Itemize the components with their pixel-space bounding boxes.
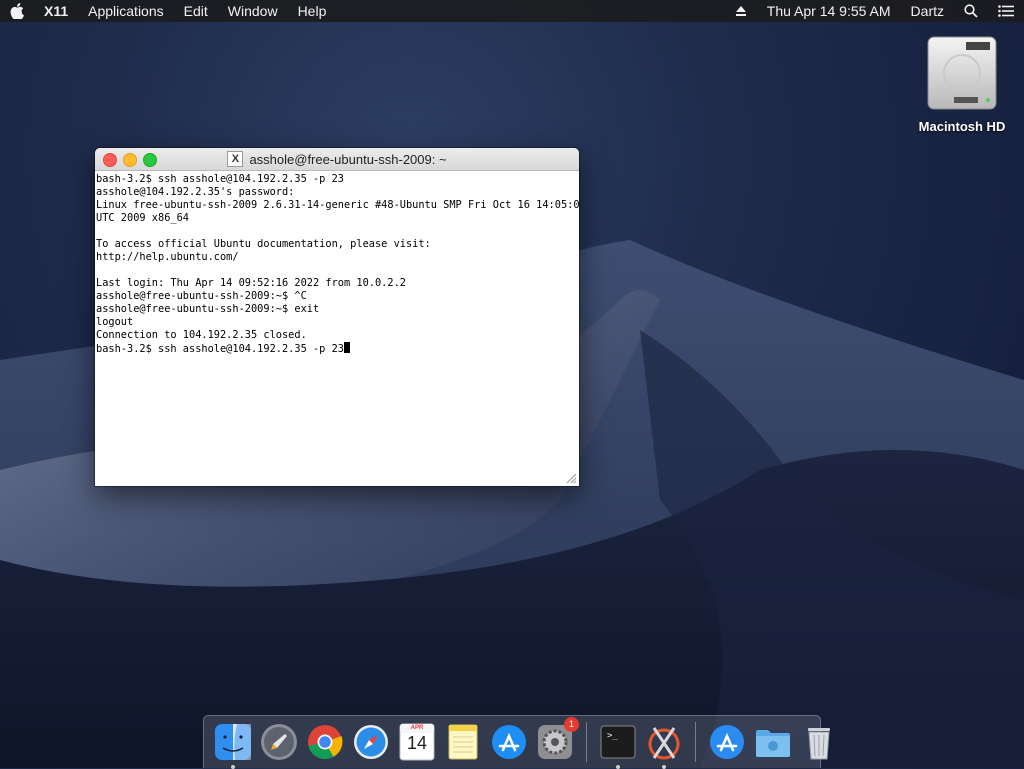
- terminal-line: asshole@free-ubuntu-ssh-2009:~$ ^C: [96, 290, 307, 302]
- dock-separator: [586, 722, 587, 762]
- folder-icon: [756, 730, 790, 757]
- xquartz-icon: [648, 727, 680, 760]
- terminal-output[interactable]: bash-3.2$ ssh asshole@104.192.2.35 -p 23…: [95, 171, 579, 358]
- spotlight-menu[interactable]: [954, 4, 988, 18]
- eject-icon: [735, 6, 746, 16]
- window-title: asshole@free-ubuntu-ssh-2009: ~: [249, 151, 447, 167]
- list-icon: [998, 5, 1014, 17]
- zoom-button[interactable]: [143, 153, 157, 167]
- close-button[interactable]: [103, 153, 117, 167]
- running-indicator: [662, 765, 666, 769]
- menu-edit[interactable]: Edit: [174, 0, 218, 22]
- dock-safari[interactable]: [351, 722, 391, 762]
- menu-user[interactable]: Dartz: [901, 0, 954, 22]
- xterm-window[interactable]: X asshole@free-ubuntu-ssh-2009: ~ bash-3…: [95, 148, 579, 486]
- dock-chrome[interactable]: [305, 722, 345, 762]
- x11-icon: X: [227, 151, 244, 167]
- search-icon: [964, 4, 978, 18]
- applications-folder-icon: [710, 725, 744, 759]
- terminal-icon-prompt: >_: [607, 731, 618, 741]
- dock-x11[interactable]: [644, 722, 684, 769]
- terminal-line: Last login: Thu Apr 14 09:52:16 2022 fro…: [96, 277, 406, 289]
- terminal-line: asshole@free-ubuntu-ssh-2009:~$ exit: [96, 303, 320, 315]
- app-menu-x11[interactable]: X11: [34, 0, 78, 22]
- terminal-line: logout: [96, 316, 134, 328]
- window-titlebar[interactable]: X asshole@free-ubuntu-ssh-2009: ~: [95, 148, 579, 171]
- dock-terminal[interactable]: >_: [598, 722, 638, 769]
- dock-downloads-folder[interactable]: [753, 722, 793, 762]
- terminal-prompt-line[interactable]: bash-3.2$ ssh asshole@104.192.2.35 -p 23: [96, 342, 578, 356]
- resize-grip-icon[interactable]: [565, 472, 577, 484]
- hard-drive-icon: [927, 36, 997, 110]
- app-store-icon: [492, 725, 526, 759]
- dock-finder[interactable]: [213, 722, 253, 769]
- calendar-month: APR: [410, 725, 424, 731]
- terminal-line: Connection to 104.192.2.35 closed.: [96, 329, 307, 341]
- menu-bar: X11 Applications Edit Window Help Thu Ap…: [0, 0, 1024, 22]
- terminal-line: UTC 2009 x86_64: [96, 212, 189, 224]
- eject-menu[interactable]: [725, 5, 757, 17]
- drive-label: Macintosh HD: [918, 119, 1006, 134]
- dock-calendar[interactable]: APR 14: [397, 722, 437, 762]
- apple-menu[interactable]: [0, 3, 34, 19]
- menu-window[interactable]: Window: [218, 0, 288, 22]
- macintosh-hd-desktop-icon[interactable]: Macintosh HD: [912, 33, 1012, 134]
- dock-notes[interactable]: [443, 722, 483, 762]
- notification-center-menu[interactable]: [988, 5, 1024, 17]
- window-title-group: X asshole@free-ubuntu-ssh-2009: ~: [227, 151, 447, 167]
- dock: APR 14 1 >_: [203, 715, 830, 769]
- menu-applications[interactable]: Applications: [78, 0, 174, 22]
- apple-icon: [10, 3, 24, 19]
- terminal-current-command: bash-3.2$ ssh asshole@104.192.2.35 -p 23: [96, 343, 344, 355]
- terminal-line: bash-3.2$ ssh asshole@104.192.2.35 -p 23: [96, 173, 344, 185]
- dock-launchpad[interactable]: [259, 722, 299, 762]
- finder-icon: [215, 724, 251, 760]
- dock-system-preferences[interactable]: 1: [535, 717, 579, 762]
- trash-icon: [808, 728, 830, 760]
- minimize-button[interactable]: [123, 153, 137, 167]
- dock-separator: [695, 722, 696, 762]
- terminal-line: http://help.ubuntu.com/: [96, 251, 239, 263]
- running-indicator: [231, 765, 235, 769]
- dock-applications-folder[interactable]: [707, 722, 747, 762]
- notification-badge: 1: [564, 717, 579, 732]
- text-cursor: [343, 342, 350, 353]
- chrome-icon: [308, 725, 343, 759]
- notes-icon: [448, 724, 478, 760]
- terminal-line: Linux free-ubuntu-ssh-2009 2.6.31-14-gen…: [96, 199, 579, 211]
- dock-trash[interactable]: [799, 722, 839, 762]
- terminal-line: asshole@104.192.2.35's password:: [96, 186, 295, 198]
- dock-app-store[interactable]: [489, 722, 529, 762]
- running-indicator: [616, 765, 620, 769]
- terminal-icon: [600, 725, 636, 759]
- calendar-day: 14: [406, 733, 428, 753]
- compass-icon: [354, 725, 388, 759]
- menu-clock[interactable]: Thu Apr 14 9:55 AM: [757, 0, 901, 22]
- rocket-icon: [261, 724, 297, 760]
- terminal-line: To access official Ubuntu documentation,…: [96, 238, 431, 250]
- menu-help[interactable]: Help: [288, 0, 337, 22]
